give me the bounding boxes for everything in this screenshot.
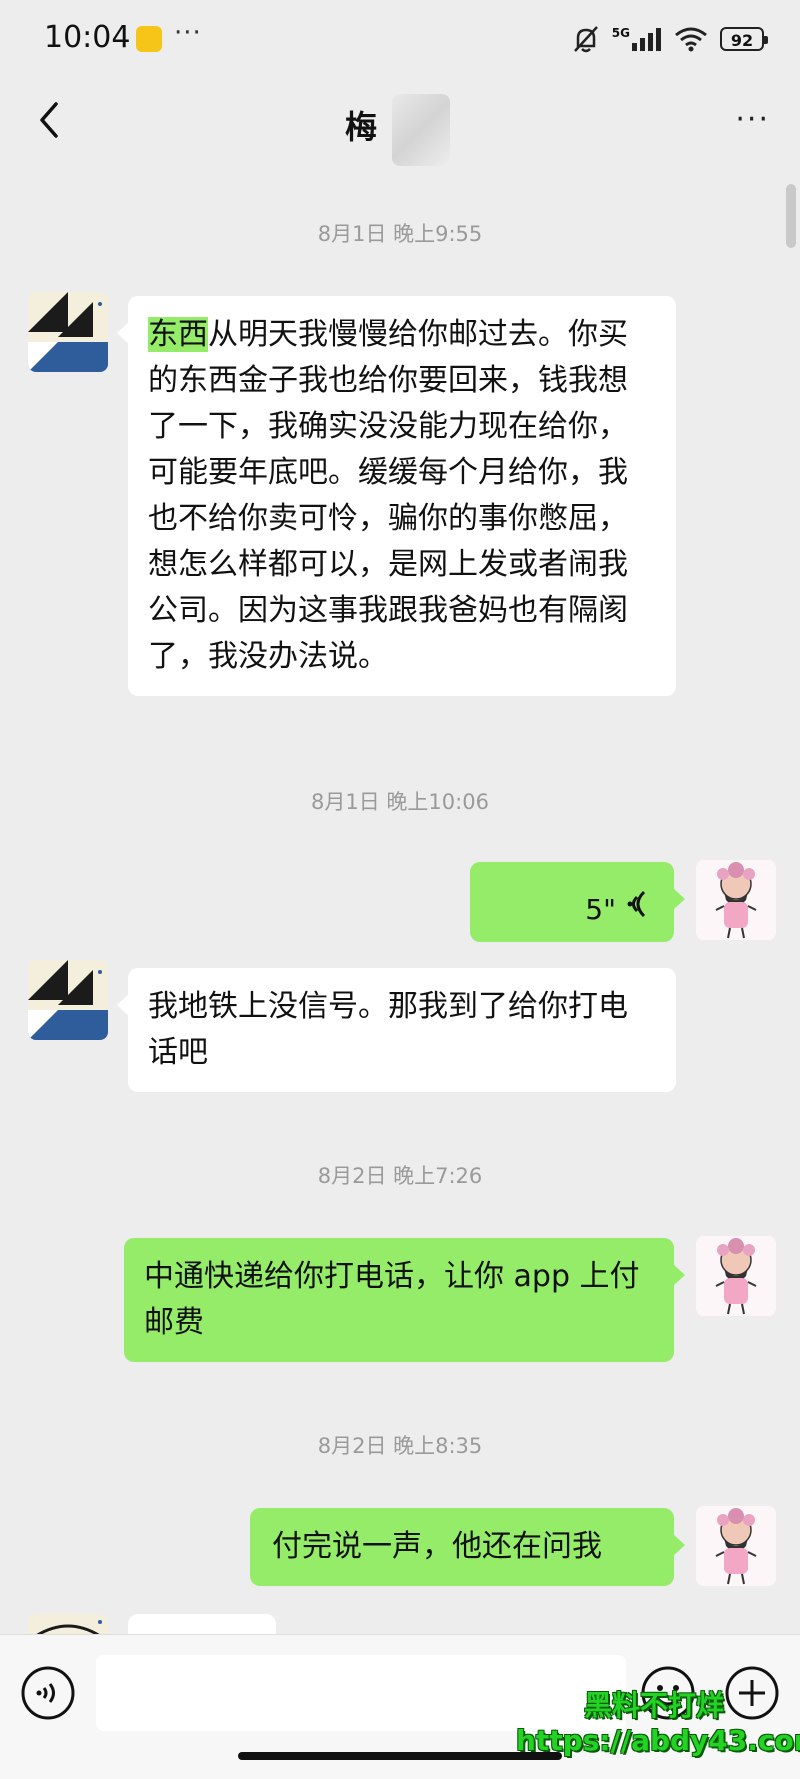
- status-bar: 10:04 ··· 5G 92: [0, 0, 800, 80]
- message-text: 付完说一声，他还在问我: [272, 1529, 602, 1564]
- contact-avatar[interactable]: [28, 1614, 108, 1636]
- voice-duration: 5": [585, 893, 616, 926]
- message-bubble-received[interactable]: [117, 1614, 276, 1662]
- message-bubble-sent[interactable]: 中通快递给你打电话，让你 app 上付邮费: [124, 1238, 685, 1362]
- timestamp: 8月2日 晚上8:35: [317, 1434, 483, 1458]
- timestamp: 8月1日 晚上10:06: [311, 790, 489, 814]
- plus-icon[interactable]: [724, 1665, 780, 1721]
- status-more-icon: ···: [174, 18, 202, 48]
- wifi-icon: [675, 27, 707, 52]
- contact-avatar[interactable]: [28, 292, 108, 372]
- my-avatar[interactable]: [696, 1506, 776, 1586]
- highlighted-text: 东西: [148, 317, 208, 352]
- message-input[interactable]: [96, 1655, 626, 1731]
- contact-avatar[interactable]: [28, 960, 108, 1040]
- title-blurred-area: [392, 94, 450, 166]
- message-bubble-received[interactable]: 我地铁上没信号。那我到了给你打电话吧: [117, 968, 676, 1092]
- battery-indicator: 92: [720, 27, 768, 51]
- status-time: 10:04: [44, 20, 131, 55]
- more-options-icon[interactable]: ···: [735, 102, 770, 137]
- voice-input-icon[interactable]: [20, 1665, 76, 1721]
- voice-wave-icon: [627, 890, 646, 918]
- home-indicator: [238, 1752, 562, 1760]
- back-arrow-icon[interactable]: [30, 98, 70, 142]
- voice-message-bubble[interactable]: 5": [470, 862, 685, 942]
- chat-title: 梅: [345, 108, 378, 146]
- watermark-line1: 黑料不打烊: [584, 1689, 725, 1722]
- mute-bell-icon: [573, 26, 598, 53]
- timestamp: 8月1日 晚上9:55: [317, 222, 483, 246]
- message-bubble-sent[interactable]: 付完说一声，他还在问我: [250, 1508, 685, 1586]
- message-text: 从明天我慢慢给你邮过去。你买的东西金子我也给你要回来，钱我想了一下，我确实没没能…: [148, 317, 628, 674]
- message-text: 我地铁上没信号。那我到了给你打电话吧: [148, 989, 628, 1070]
- message-bubble-received[interactable]: 东西从明天我慢慢给你邮过去。你买的东西金子我也给你要回来，钱我想了一下，我确实没…: [117, 296, 676, 696]
- my-avatar[interactable]: [696, 1236, 776, 1316]
- chat-header: 梅 ···: [0, 80, 800, 166]
- status-icons: 5G 92: [572, 22, 768, 56]
- app-notification-icon: [136, 26, 162, 52]
- message-text: 中通快递给你打电话，让你 app 上付邮费: [144, 1259, 640, 1340]
- cell-signal-icon: 5G: [612, 27, 662, 51]
- my-avatar[interactable]: [696, 860, 776, 940]
- timestamp: 8月2日 晚上7:26: [317, 1164, 483, 1188]
